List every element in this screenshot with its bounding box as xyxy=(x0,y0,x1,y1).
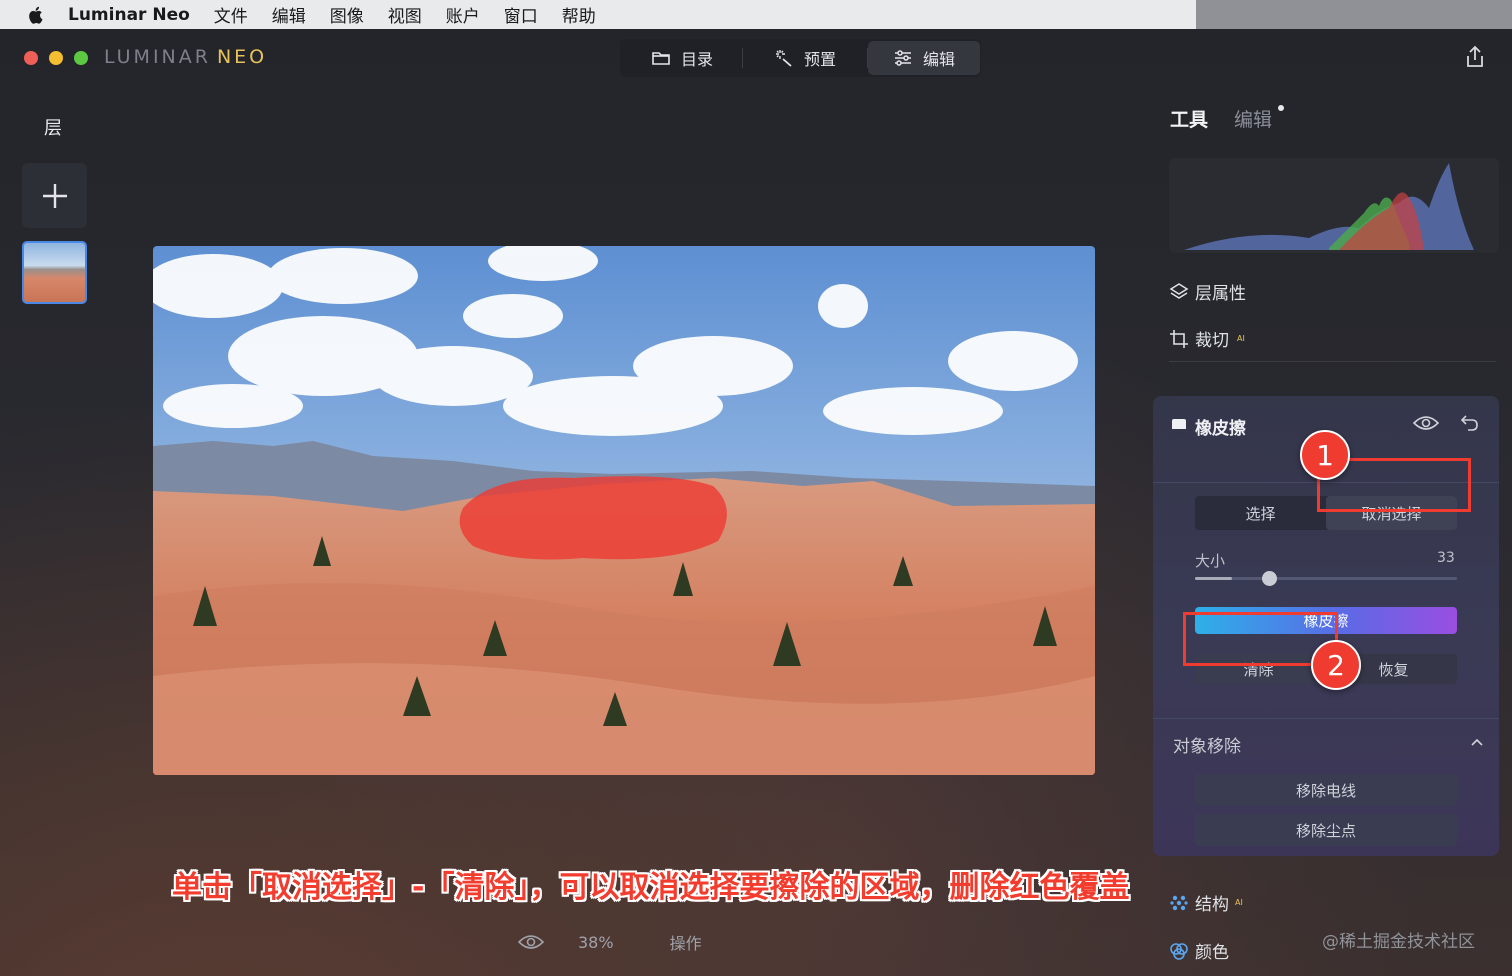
mode-tabs: 目录 预置 编辑 xyxy=(620,39,981,77)
visibility-eye-icon[interactable] xyxy=(1413,414,1439,432)
right-panel-tabs: 工具 编辑 xyxy=(1170,105,1285,132)
add-layer-button[interactable] xyxy=(22,163,87,228)
actions-dropdown[interactable]: 操作 xyxy=(670,930,702,954)
landscape-photo xyxy=(153,246,1095,775)
menu-account[interactable]: 账户 xyxy=(446,2,480,27)
eraser-header[interactable]: 橡皮擦 xyxy=(1171,414,1246,439)
crop-row[interactable]: 裁切 AI xyxy=(1169,326,1245,351)
bottom-bar: 38% 操作 xyxy=(518,929,702,955)
object-removal-title[interactable]: 对象移除 xyxy=(1173,732,1241,757)
layer-properties-label: 层属性 xyxy=(1195,284,1246,304)
ai-badge: AI xyxy=(1235,898,1243,907)
tab-edits-label: 编辑 xyxy=(1234,109,1273,131)
tab-tools[interactable]: 工具 xyxy=(1170,105,1208,132)
histogram xyxy=(1169,158,1499,253)
menu-image[interactable]: 图像 xyxy=(330,2,364,27)
remove-powerlines-button[interactable]: 移除电线 xyxy=(1195,774,1457,806)
titlebar: LUMINAR NEO 目录 预置 编辑 xyxy=(0,29,1512,87)
plus-icon xyxy=(42,183,67,208)
tab-edit-label: 编辑 xyxy=(922,50,955,69)
layer-properties-row[interactable]: 层属性 xyxy=(1169,279,1246,304)
eraser-title: 橡皮擦 xyxy=(1195,419,1246,439)
reset-icon[interactable] xyxy=(1460,412,1480,432)
edits-indicator-dot xyxy=(1278,105,1285,111)
menu-view[interactable]: 视图 xyxy=(388,2,422,27)
folder-icon xyxy=(652,52,670,65)
photo-canvas[interactable] xyxy=(153,246,1095,775)
app-window: LUMINAR NEO 目录 预置 编辑 层 38% 操作 工具 编辑 层属性 … xyxy=(0,29,1512,976)
menubar-status-area xyxy=(1196,0,1512,29)
layer-thumbnail[interactable] xyxy=(22,241,87,304)
sliders-icon xyxy=(894,50,911,66)
remove-dust-button[interactable]: 移除尘点 xyxy=(1195,814,1457,846)
color-label: 颜色 xyxy=(1195,943,1229,963)
color-icon xyxy=(1170,942,1188,960)
eraser-icon xyxy=(1172,418,1186,435)
eye-icon[interactable] xyxy=(518,933,544,951)
size-slider-handle[interactable] xyxy=(1262,571,1277,586)
app-logo: LUMINAR NEO xyxy=(104,46,267,68)
tab-catalog[interactable]: 目录 xyxy=(622,41,742,75)
histogram-graph xyxy=(1184,163,1474,250)
size-value: 33 xyxy=(1437,550,1455,566)
annotation-step-1: 1 xyxy=(1300,430,1350,480)
size-label: 大小 xyxy=(1195,552,1226,570)
menubar: Luminar Neo 文件 编辑 图像 视图 账户 窗口 帮助 xyxy=(0,0,1196,29)
ai-badge: AI xyxy=(1237,334,1245,343)
divider xyxy=(1169,361,1496,362)
menubar-app-name[interactable]: Luminar Neo xyxy=(68,5,190,25)
size-slider[interactable] xyxy=(1195,571,1457,586)
color-row[interactable]: 颜色 xyxy=(1169,938,1229,963)
zoom-window-button[interactable] xyxy=(74,51,88,65)
watermark: @稀土掘金技术社区 xyxy=(1322,932,1475,952)
crop-label: 裁切 xyxy=(1195,331,1229,351)
close-window-button[interactable] xyxy=(24,51,38,65)
tab-edits[interactable]: 编辑 xyxy=(1234,105,1285,132)
minimize-window-button[interactable] xyxy=(49,51,63,65)
structure-icon xyxy=(1170,895,1188,910)
annotation-step-2: 2 xyxy=(1311,640,1361,690)
layers-icon xyxy=(1169,282,1189,299)
zoom-dropdown[interactable]: 38% xyxy=(578,933,614,952)
layers-title: 层 xyxy=(44,118,62,139)
logo-text: LUMINAR xyxy=(104,46,211,68)
tutorial-caption: 单击「取消选择」-「清除」，可以取消选择要擦除的区域，删除红色覆盖 xyxy=(172,870,1130,905)
structure-label: 结构 xyxy=(1195,895,1229,915)
eraser-separator xyxy=(1153,718,1499,719)
structure-row[interactable]: 结构 AI xyxy=(1169,890,1243,915)
crop-icon xyxy=(1170,329,1188,348)
size-slider-fill xyxy=(1195,577,1232,580)
menu-window[interactable]: 窗口 xyxy=(504,2,538,27)
tab-presets-label: 预置 xyxy=(803,50,836,69)
menu-edit[interactable]: 编辑 xyxy=(272,2,306,27)
magic-wand-icon xyxy=(775,50,792,67)
menu-file[interactable]: 文件 xyxy=(214,2,248,27)
apple-icon[interactable] xyxy=(26,5,46,25)
tab-catalog-label: 目录 xyxy=(680,50,713,69)
logo-neo-text: NEO xyxy=(216,46,268,68)
menu-help[interactable]: 帮助 xyxy=(562,2,596,27)
tab-edit[interactable]: 编辑 xyxy=(868,41,980,75)
share-icon[interactable] xyxy=(1464,45,1486,69)
tab-presets[interactable]: 预置 xyxy=(743,41,867,75)
select-button[interactable]: 选择 xyxy=(1195,496,1326,530)
chevron-up-icon[interactable] xyxy=(1469,734,1485,750)
